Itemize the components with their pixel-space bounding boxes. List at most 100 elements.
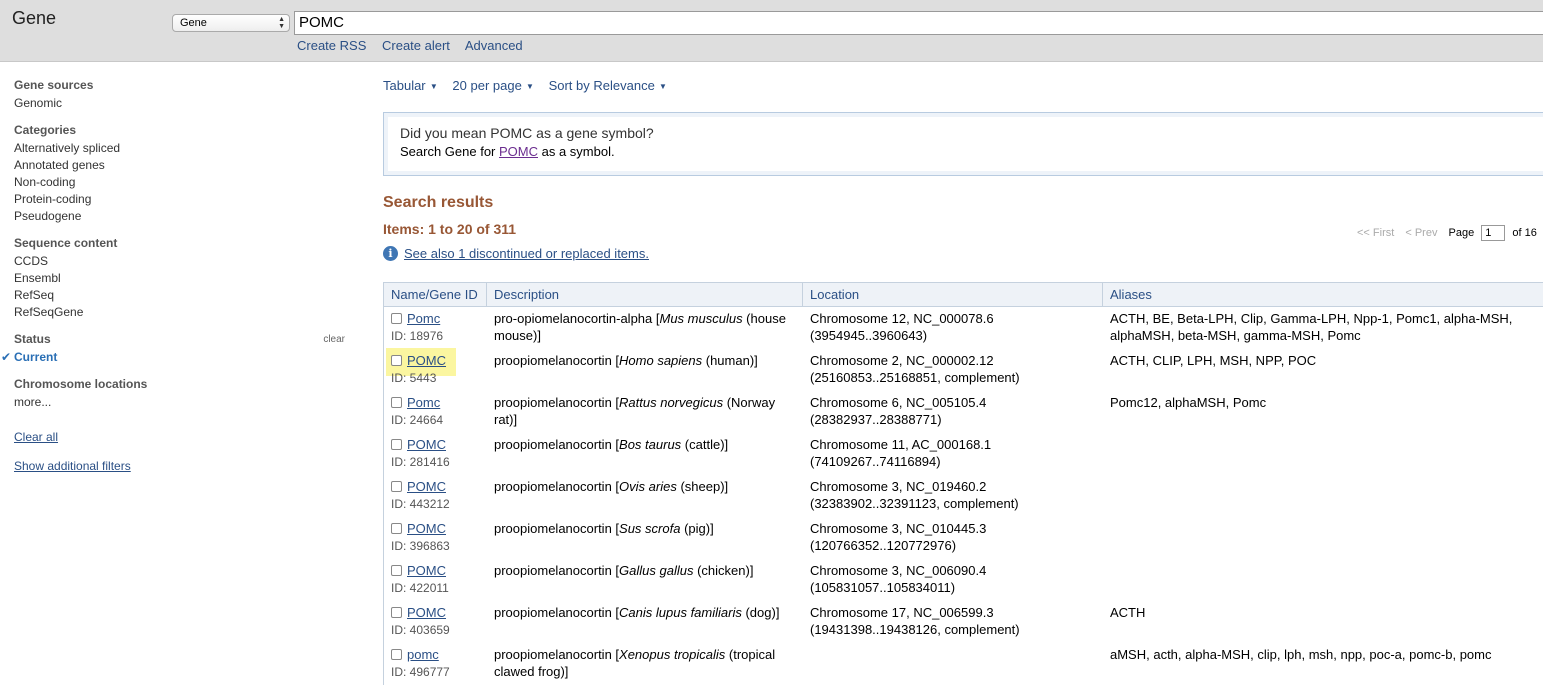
column-header-location[interactable]: Location bbox=[802, 282, 1103, 307]
gene-id: ID: 5443 bbox=[391, 370, 437, 385]
filter-item-protein-coding[interactable]: Protein-coding bbox=[14, 191, 349, 208]
location-chromosome: Chromosome 2, NC_000002.12 bbox=[810, 352, 994, 368]
results-table: Name/Gene ID Description Location Aliase… bbox=[383, 282, 1543, 685]
description-text: proopiomelanocortin [ bbox=[494, 352, 620, 368]
column-header-name[interactable]: Name/Gene ID bbox=[383, 282, 487, 307]
location-range: (32383902..32391123, complement) bbox=[810, 495, 1019, 511]
filter-item-current[interactable]: ✔ Current bbox=[1, 349, 349, 366]
row-checkbox[interactable] bbox=[391, 396, 402, 408]
clear-all-link[interactable]: Clear all bbox=[14, 430, 58, 444]
top-search-bar: Gene Gene ▲ ▼ POMC Create RSS Create aler… bbox=[0, 0, 1543, 62]
table-row: pomc ID: 496777 proopiomelanocortin [Xenop… bbox=[383, 642, 1543, 685]
row-checkbox[interactable] bbox=[391, 354, 402, 366]
location-chromosome: Chromosome 3, NC_019460.2 bbox=[810, 478, 987, 494]
database-select[interactable]: Gene ▲ ▼ bbox=[172, 14, 290, 32]
gene-name-link[interactable]: POMC bbox=[407, 605, 446, 620]
location-range: (120766352..120772976) bbox=[810, 537, 957, 553]
name-cell: POMC ID: 422011 bbox=[383, 558, 487, 601]
location-cell: Chromosome 12, NC_000078.6 (3954945..3960… bbox=[803, 307, 1103, 349]
aliases-cell: ACTH, CLIP, LPH, MSH, NPP, POC bbox=[1103, 349, 1543, 391]
filter-item-refseq[interactable]: RefSeq bbox=[14, 287, 349, 304]
row-checkbox[interactable] bbox=[391, 480, 402, 492]
gene-name-link[interactable]: POMC bbox=[407, 437, 446, 452]
aliases-text: ACTH bbox=[1110, 604, 1146, 620]
row-checkbox[interactable] bbox=[391, 564, 402, 576]
gene-id: ID: 422011 bbox=[391, 580, 449, 595]
filter-heading: Chromosome locations bbox=[14, 377, 148, 391]
description-cell: proopiomelanocortin [Sus scrofa (pig)] bbox=[487, 517, 803, 559]
column-header-aliases[interactable]: Aliases bbox=[1102, 282, 1543, 307]
create-alert-link[interactable]: Create alert bbox=[382, 38, 450, 53]
aliases-cell: aMSH, acth, alpha-MSH, clip, lph, msh, n… bbox=[1103, 643, 1543, 685]
filter-more-link[interactable]: more... bbox=[14, 394, 349, 411]
prev-page-link[interactable]: < Prev bbox=[1405, 227, 1437, 239]
description-cell: proopiomelanocortin [Ovis aries (sheep)] bbox=[487, 475, 803, 517]
sort-dropdown[interactable]: Sort by Relevance ▼ bbox=[549, 78, 667, 93]
row-checkbox[interactable] bbox=[391, 313, 402, 324]
description-text: proopiomelanocortin [ bbox=[494, 562, 620, 578]
filter-item-genomic[interactable]: Genomic bbox=[14, 95, 349, 112]
filter-heading: Categories bbox=[14, 123, 77, 137]
per-page-dropdown[interactable]: 20 per page ▼ bbox=[452, 78, 534, 93]
gene-name-link[interactable]: POMC bbox=[407, 479, 446, 494]
table-row: Pomc ID: 24664 proopiomelanocortin [Rattus… bbox=[383, 390, 1543, 433]
table-row: POMC ID: 443212 proopiomelanocortin [Ovis … bbox=[383, 474, 1543, 517]
gene-id: ID: 24664 bbox=[391, 412, 444, 427]
items-count: Items: 1 to 20 of 311 bbox=[383, 221, 517, 237]
gene-id: ID: 403659 bbox=[391, 622, 450, 637]
gene-name-link[interactable]: Pomc bbox=[407, 395, 440, 410]
filter-heading: Sequence content bbox=[14, 236, 118, 250]
gene-name-link[interactable]: POMC bbox=[407, 521, 446, 536]
row-checkbox[interactable] bbox=[391, 522, 402, 534]
gene-name-link[interactable]: POMC bbox=[407, 563, 446, 578]
page-number-input[interactable]: 1 bbox=[1481, 225, 1506, 241]
gene-id: ID: 396863 bbox=[391, 538, 450, 553]
gene-name-link[interactable]: pomc bbox=[407, 647, 439, 662]
create-rss-link[interactable]: Create RSS bbox=[297, 38, 366, 53]
show-additional-filters-link[interactable]: Show additional filters bbox=[14, 459, 131, 473]
filter-item-ensembl[interactable]: Ensembl bbox=[14, 270, 349, 287]
see-also-link[interactable]: See also 1 discontinued or replaced item… bbox=[404, 246, 649, 261]
filter-item-non-coding[interactable]: Non-coding bbox=[14, 174, 349, 191]
gene-name-link[interactable]: POMC bbox=[407, 353, 446, 368]
first-page-link[interactable]: << First bbox=[1357, 227, 1394, 239]
filter-item-ccds[interactable]: CCDS bbox=[14, 253, 349, 270]
suggestion-symbol-link[interactable]: POMC bbox=[499, 144, 538, 159]
species-name: Sus scrofa bbox=[619, 520, 681, 536]
column-header-description[interactable]: Description bbox=[486, 282, 803, 307]
name-cell: Pomc ID: 18976 bbox=[383, 306, 487, 349]
aliases-cell: ACTH bbox=[1103, 601, 1543, 643]
results-main: Tabular ▼ 20 per page ▼ Sort by Relevanc… bbox=[383, 78, 1543, 685]
filter-item-label: Current bbox=[14, 350, 58, 364]
location-range: (28382937..28388771) bbox=[810, 411, 942, 427]
filter-item-pseudogene[interactable]: Pseudogene bbox=[14, 208, 349, 225]
location-cell bbox=[803, 643, 1103, 685]
location-range: (19431398..19438126, complement) bbox=[810, 621, 1020, 637]
location-cell: Chromosome 11, AC_000168.1 (74109267..741… bbox=[803, 433, 1103, 475]
suggestion-line: Search Gene for POMC as a symbol. bbox=[400, 144, 1537, 159]
filter-item-alternatively-spliced[interactable]: Alternatively spliced bbox=[14, 140, 349, 157]
advanced-search-link[interactable]: Advanced bbox=[465, 38, 523, 53]
format-dropdown[interactable]: Tabular ▼ bbox=[383, 78, 438, 93]
row-checkbox[interactable] bbox=[391, 648, 402, 660]
location-cell: Chromosome 3, NC_019460.2 (32383902..3239… bbox=[803, 475, 1103, 517]
filter-item-refseqgene[interactable]: RefSeqGene bbox=[14, 304, 349, 321]
row-checkbox[interactable] bbox=[391, 606, 402, 618]
row-checkbox[interactable] bbox=[391, 438, 402, 450]
location-chromosome: Chromosome 6, NC_005105.4 bbox=[810, 394, 987, 410]
name-cell: POMC ID: 281416 bbox=[383, 432, 487, 475]
common-name: (human)] bbox=[702, 352, 758, 368]
aliases-text: Pomc12, alphaMSH, Pomc bbox=[1110, 394, 1267, 410]
show-filters-row: Show additional filters bbox=[14, 458, 349, 475]
description-cell: pro-opiomelanocortin-alpha [Mus musculus… bbox=[487, 307, 803, 349]
search-input[interactable]: POMC bbox=[294, 11, 1543, 35]
filter-group-status: Status clear ✔ Current bbox=[1, 332, 349, 366]
location-chromosome: Chromosome 17, NC_006599.3 bbox=[810, 604, 994, 620]
format-label: Tabular bbox=[383, 78, 426, 93]
status-clear-link[interactable]: clear bbox=[323, 333, 345, 347]
gene-name-link[interactable]: Pomc bbox=[407, 311, 440, 326]
aliases-cell bbox=[1103, 517, 1543, 559]
search-links: Create RSS Create alert Advanced bbox=[297, 38, 535, 53]
page-of-label: of 16 bbox=[1512, 226, 1537, 239]
filter-item-annotated-genes[interactable]: Annotated genes bbox=[14, 157, 349, 174]
